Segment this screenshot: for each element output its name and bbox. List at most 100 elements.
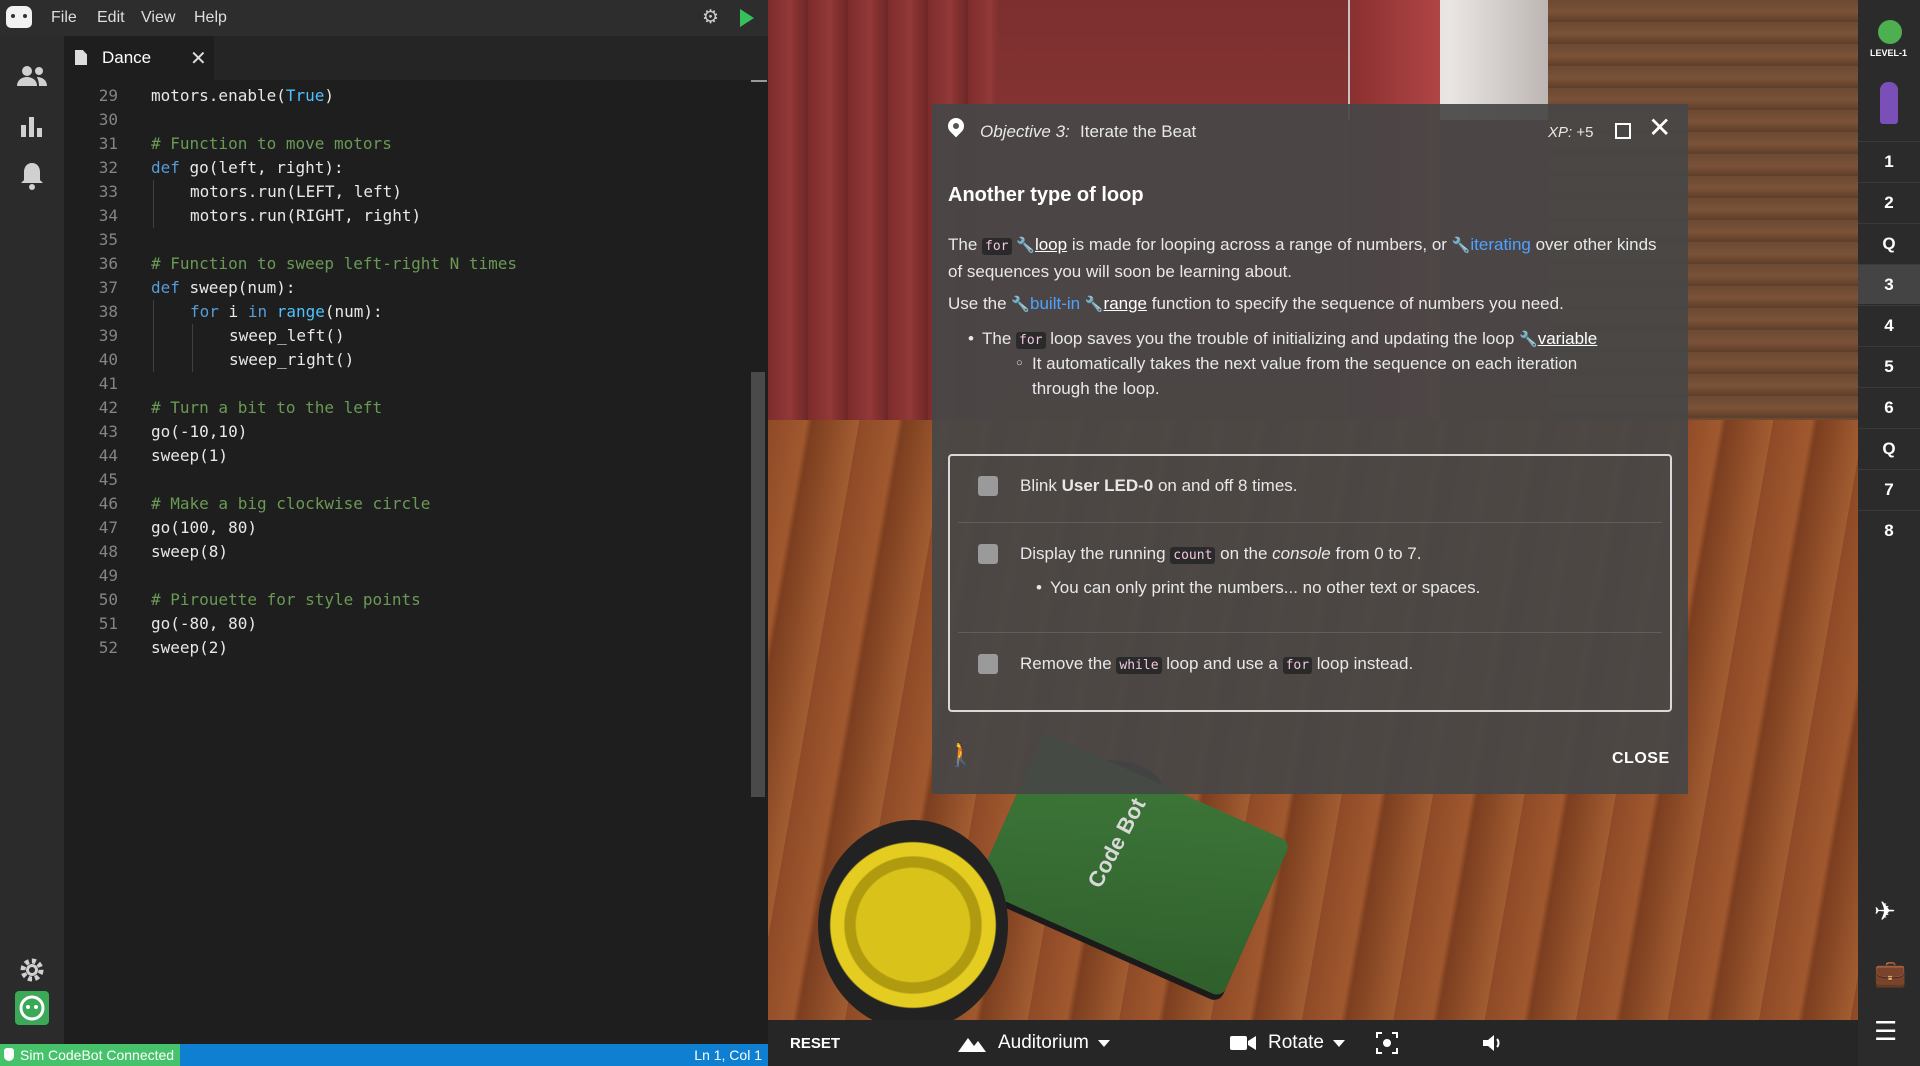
objective-step[interactable]: 3 [1858, 264, 1920, 304]
code-line[interactable]: 50 # Pirouette for style points [64, 588, 750, 612]
code-line[interactable]: 41 [64, 372, 750, 396]
code-line[interactable]: 39 sweep_left() [64, 324, 750, 348]
code-line[interactable]: 51 go(-80, 80) [64, 612, 750, 636]
video-camera-icon [1230, 1036, 1256, 1050]
code-line[interactable]: 35 [64, 228, 750, 252]
link-range[interactable]: range [1104, 294, 1147, 313]
objective-step[interactable]: 4 [1858, 305, 1920, 345]
code-line[interactable]: 29 motors.enable(True) [64, 84, 750, 108]
line-text: for i in range(num): [190, 302, 383, 321]
objective-step[interactable]: 5 [1858, 346, 1920, 386]
link-loop[interactable]: loop [1035, 235, 1067, 254]
line-text: # Pirouette for style points [151, 590, 421, 609]
code-line[interactable]: 43 go(-10,10) [64, 420, 750, 444]
code-line[interactable]: 52 sweep(2) [64, 636, 750, 660]
editor-tab-bar: Dance ✕ [64, 36, 768, 80]
objective-step[interactable]: 6 [1858, 387, 1920, 427]
objective-step[interactable]: 7 [1858, 469, 1920, 509]
line-number: 35 [98, 230, 118, 249]
line-text: go(100, 80) [151, 518, 257, 537]
connection-status[interactable]: Sim CodeBot Connected [0, 1044, 181, 1066]
code-line[interactable]: 48 sweep(8) [64, 540, 750, 564]
focus-camera-icon[interactable] [1376, 1020, 1398, 1066]
volume-icon[interactable] [1482, 1020, 1504, 1066]
menu-file[interactable]: File [51, 9, 77, 27]
indent-guide [192, 348, 193, 372]
wrench-icon: 🔧 [1016, 237, 1035, 254]
camera-label: Rotate [1268, 1032, 1324, 1053]
objective-step[interactable]: 8 [1858, 510, 1920, 550]
line-number: 48 [98, 542, 118, 561]
bell-icon[interactable] [12, 156, 52, 196]
code-line[interactable]: 36 # Function to sweep left-right N times [64, 252, 750, 276]
code-line[interactable]: 32 def go(left, right): [64, 156, 750, 180]
code-line[interactable]: 45 [64, 468, 750, 492]
level-icon[interactable] [1878, 20, 1902, 44]
line-number: 50 [98, 590, 118, 609]
menu-edit[interactable]: Edit [97, 9, 125, 27]
wrench-icon: 🔧 [1451, 237, 1471, 254]
close-button[interactable]: CLOSE [1612, 750, 1670, 768]
code-line[interactable]: 42 # Turn a bit to the left [64, 396, 750, 420]
task-checkbox[interactable] [978, 654, 998, 674]
code-line[interactable]: 46 # Make a big clockwise circle [64, 492, 750, 516]
debug-icon[interactable]: ⚙ [702, 8, 722, 28]
code-line[interactable]: 33 motors.run(LEFT, left) [64, 180, 750, 204]
code-line[interactable]: 40 sweep_right() [64, 348, 750, 372]
walk-icon[interactable]: 🚶 [946, 740, 976, 769]
line-text: # Make a big clockwise circle [151, 494, 431, 513]
line-text: def sweep(num): [151, 278, 296, 297]
line-number: 31 [98, 134, 118, 153]
settings-icon[interactable] [12, 950, 52, 990]
close-tab-icon[interactable]: ✕ [190, 46, 207, 71]
objective-step[interactable]: 1 [1858, 141, 1920, 181]
code-line[interactable]: 37 def sweep(num): [64, 276, 750, 300]
menu-help[interactable]: Help [194, 9, 227, 27]
toolbox-icon[interactable]: 💼 [1874, 958, 1906, 989]
menu-view[interactable]: View [141, 9, 175, 27]
objective-step[interactable]: Q [1858, 428, 1920, 468]
task-checkbox[interactable] [978, 544, 998, 564]
objective-step[interactable]: Q [1858, 223, 1920, 263]
link-variable[interactable]: variable [1538, 329, 1598, 348]
users-icon[interactable] [12, 56, 52, 96]
environment-select[interactable]: Auditorium [958, 1020, 1110, 1066]
codebot-logo-icon [6, 6, 32, 28]
code-line[interactable]: 30 [64, 108, 750, 132]
line-text: # Turn a bit to the left [151, 398, 383, 417]
line-text: # Function to move motors [151, 134, 392, 153]
close-icon[interactable]: ✕ [1648, 114, 1671, 142]
stats-icon[interactable] [12, 106, 52, 146]
line-text: motors.enable(True) [151, 86, 335, 105]
line-text: motors.run(LEFT, left) [190, 182, 402, 201]
line-number: 37 [98, 278, 118, 297]
line-number: 49 [98, 566, 118, 585]
code-line[interactable]: 47 go(100, 80) [64, 516, 750, 540]
reset-button[interactable]: RESET [790, 1020, 840, 1066]
line-number: 42 [98, 398, 118, 417]
codebot-avatar-icon[interactable] [12, 988, 52, 1028]
maximize-icon[interactable] [1615, 123, 1631, 139]
status-bar: Sim CodeBot Connected Ln 1, Col 1 [0, 1044, 768, 1066]
code-line[interactable]: 49 [64, 564, 750, 588]
location-pin-icon [944, 114, 968, 138]
avatar-figure-icon[interactable] [1880, 82, 1898, 124]
run-icon[interactable] [740, 9, 754, 27]
code-line[interactable]: 34 motors.run(RIGHT, right) [64, 204, 750, 228]
code-line[interactable]: 44 sweep(1) [64, 444, 750, 468]
code-line[interactable]: 31 # Function to move motors [64, 132, 750, 156]
objective-step[interactable]: 2 [1858, 182, 1920, 222]
indent-guide [153, 300, 154, 324]
link-builtin[interactable]: built-in [1030, 294, 1080, 313]
link-iterating[interactable]: iterating [1470, 235, 1530, 254]
code-line[interactable]: 38 for i in range(num): [64, 300, 750, 324]
hamburger-menu-icon[interactable]: ☰ [1874, 1016, 1897, 1047]
tab-dance[interactable]: Dance ✕ [64, 36, 214, 80]
drone-icon[interactable]: ✈ [1874, 896, 1896, 927]
code-editor[interactable]: 29 motors.enable(True) 30 31 # Function to m… [64, 80, 750, 1044]
camera-select[interactable]: Rotate [1230, 1020, 1345, 1066]
cursor-position: Ln 1, Col 1 [694, 1047, 762, 1063]
editor-scrollbar[interactable] [751, 372, 765, 797]
indent-guide [153, 324, 154, 348]
task-checkbox[interactable] [978, 476, 998, 496]
